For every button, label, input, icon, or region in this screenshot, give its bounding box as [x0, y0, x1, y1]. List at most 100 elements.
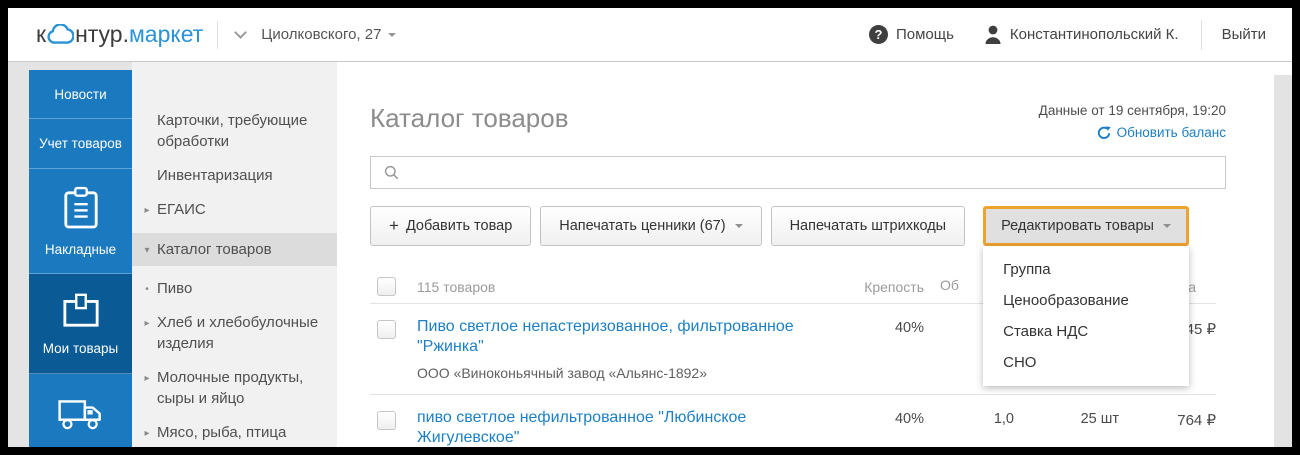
print-price-tags-button[interactable]: Напечатать ценники (67) — [540, 206, 762, 246]
item-label: Инвентаризация — [157, 167, 273, 184]
column-header-strength: Крепость — [864, 278, 924, 295]
item-label: Карточки, требующие обработки — [157, 112, 308, 150]
data-info-block: Данные от 19 сентября, 19:20 Обновить ба… — [1039, 103, 1226, 140]
header-divider — [217, 20, 219, 49]
sidebar-item-label: Учет товаров — [39, 136, 122, 151]
sidebar-item-dairy[interactable]: ▸ Молочные продукты, сыры и яйцо — [132, 367, 337, 409]
sidebar-item-beer[interactable]: • Пиво — [132, 278, 337, 299]
sidebar-item-invoices[interactable]: Накладные — [29, 169, 132, 274]
user-icon — [985, 25, 1001, 44]
expand-arrow-icon: ▸ — [144, 373, 150, 384]
logo-text-prefix: к — [36, 21, 47, 47]
user-menu[interactable]: Константинопольский К. — [984, 25, 1179, 44]
question-mark-icon — [868, 25, 888, 44]
top-header: к нтур. маркет Циолковского, 27 Помощь — [8, 8, 1292, 62]
sidebar-item-my-goods[interactable]: Мои товары — [29, 274, 132, 374]
menu-item-sno[interactable]: СНО — [983, 347, 1189, 378]
row-checkbox[interactable] — [377, 411, 396, 430]
bullet-icon: • — [145, 284, 149, 295]
refresh-label: Обновить баланс — [1116, 125, 1226, 140]
app-body: Новости Учет товаров Накладные Мои товар… — [8, 62, 1292, 447]
main-content: Каталог товаров Данные от 19 сентября, 1… — [337, 62, 1274, 447]
left-gutter — [8, 62, 29, 447]
help-label: Помощь — [895, 26, 954, 43]
data-timestamp: Данные от 19 сентября, 19:20 — [1038, 103, 1226, 118]
cloud-icon — [47, 24, 75, 44]
dropdown-arrow-icon — [734, 224, 743, 232]
product-manufacturer: ООО «Виноконьячный завод «Альянс-1892» — [417, 365, 708, 381]
menu-item-group[interactable]: Группа — [983, 254, 1189, 285]
edit-products-dropdown: Редактировать товары Группа Ценообразова… — [983, 206, 1189, 386]
sidebar-item-news[interactable]: Новости — [29, 70, 132, 119]
logo-text-accent: маркет — [128, 21, 204, 47]
stock-value: 25 шт — [1080, 411, 1119, 427]
scrollbar[interactable] — [1274, 75, 1292, 447]
add-product-button[interactable]: Добавить товар — [370, 206, 532, 246]
table-row: пиво светлое нефильтрованное "Любинское … — [370, 395, 1216, 447]
menu-item-pricing[interactable]: Ценообразование — [983, 285, 1189, 316]
title-row: Каталог товаров Данные от 19 сентября, 1… — [370, 103, 1226, 140]
edit-products-button[interactable]: Редактировать товары — [983, 206, 1189, 246]
sidebar-item-egais[interactable]: ▸ ЕГАИС — [132, 199, 337, 220]
sidebar-item-meat[interactable]: ▸ Мясо, рыба, птица — [132, 422, 337, 443]
truck-icon — [57, 398, 104, 434]
sidebar-item-bread[interactable]: ▸ Хлеб и хлебобулочные изделия — [132, 312, 337, 354]
item-label: Мясо, рыба, птица — [157, 424, 287, 441]
item-label: Каталог товаров — [157, 241, 272, 258]
button-label: Редактировать товары — [1001, 218, 1154, 234]
expand-arrow-icon: ▸ — [144, 428, 150, 439]
button-label: Напечатать штрихкоды — [789, 218, 947, 234]
sidebar-item-inventory[interactable]: Инвентаризация — [132, 165, 337, 186]
button-label: Напечатать ценники (67) — [559, 218, 726, 234]
screen-frame: к нтур. маркет Циолковского, 27 Помощь — [0, 0, 1300, 455]
clipboard-icon — [62, 186, 100, 233]
sidebar-item-delivery[interactable] — [29, 374, 132, 447]
expand-arrow-icon: ▸ — [144, 318, 150, 329]
store-selector[interactable]: Циолковского, 27 — [261, 26, 397, 43]
app-window: к нтур. маркет Циолковского, 27 Помощь — [8, 8, 1292, 447]
product-cell: Пиво светлое непастеризованное, фильтров… — [417, 317, 838, 382]
store-selector-label: Циолковского, 27 — [261, 26, 382, 43]
product-cell: пиво светлое нефильтрованное "Любинское … — [417, 408, 838, 447]
sidebar-item-cards-to-process[interactable]: Карточки, требующие обработки — [132, 110, 337, 152]
collapse-arrow-icon: ▾ — [144, 245, 150, 256]
secondary-sidebar: Карточки, требующие обработки Инвентариз… — [132, 62, 337, 447]
menu-item-vat-rate[interactable]: Ставка НДС — [983, 316, 1189, 347]
refresh-icon — [1097, 125, 1111, 139]
logo-text-mid: нтур. — [75, 21, 129, 47]
select-all-checkbox[interactable] — [377, 277, 396, 296]
expand-arrow-icon: ▸ — [144, 205, 150, 216]
refresh-balance-link[interactable]: Обновить баланс — [1039, 125, 1226, 140]
product-name-link[interactable]: пиво светлое нефильтрованное "Любинское … — [417, 408, 838, 447]
help-button[interactable]: Помощь — [868, 25, 954, 44]
plus-icon — [389, 216, 399, 236]
product-name-link[interactable]: Пиво светлое непастеризованное, фильтров… — [417, 317, 838, 357]
search-input[interactable] — [408, 157, 1215, 188]
header-right: Помощь Константинопольский К. Выйти — [868, 19, 1266, 50]
page-title: Каталог товаров — [370, 103, 569, 133]
header-divider — [1200, 19, 1202, 50]
scrollbar-column — [1274, 62, 1292, 447]
row-checkbox[interactable] — [377, 320, 396, 339]
sidebar-item-label: Мои товары — [42, 341, 119, 356]
logout-button[interactable]: Выйти — [1222, 26, 1266, 43]
primary-sidebar: Новости Учет товаров Накладные Мои товар… — [29, 70, 132, 447]
item-label: Пиво — [157, 280, 193, 297]
sidebar-item-label: Новости — [54, 86, 107, 102]
sidebar-item-catalog[interactable]: ▾ Каталог товаров — [132, 233, 337, 266]
button-label: Добавить товар — [405, 218, 513, 234]
strength-value: 40% — [894, 320, 924, 336]
box-icon — [60, 291, 102, 332]
sidebar-item-accounting[interactable]: Учет товаров — [29, 119, 132, 169]
item-label: Молочные продукты, сыры и яйцо — [157, 369, 304, 407]
user-name: Константинопольский К. — [1009, 26, 1179, 43]
dropdown-arrow-icon — [1162, 224, 1171, 232]
search-icon — [384, 165, 399, 180]
print-barcodes-button[interactable]: Напечатать штрихкоды — [770, 206, 966, 246]
sidebar-item-label: Накладные — [44, 241, 117, 257]
item-label: Хлеб и хлебобулочные изделия — [157, 314, 319, 352]
kontur-market-logo[interactable]: к нтур. маркет — [36, 21, 203, 48]
chevron-down-icon[interactable] — [234, 26, 248, 39]
edit-products-menu: Группа Ценообразование Ставка НДС СНО — [983, 246, 1189, 386]
volume-value: 1,0 — [993, 411, 1014, 427]
